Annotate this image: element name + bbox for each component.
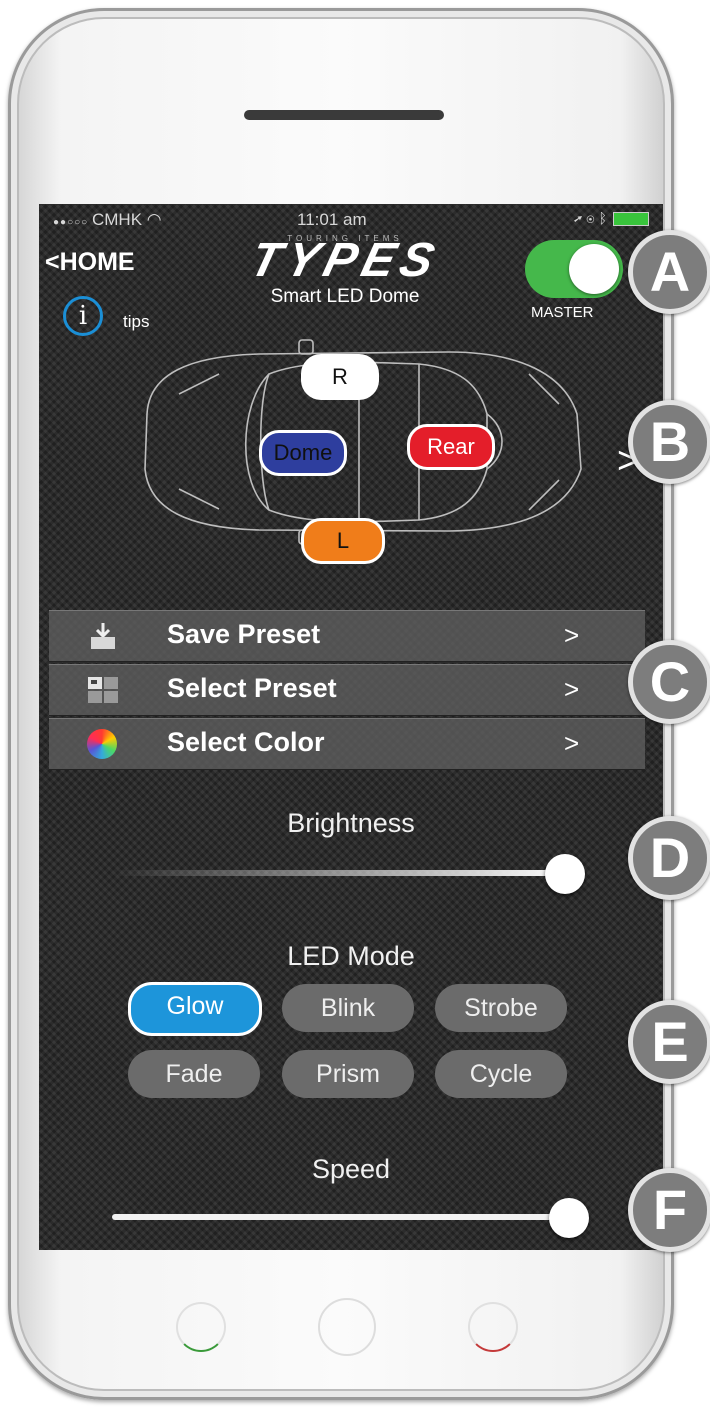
callout-e: E <box>628 1000 710 1084</box>
callout-c: C <box>628 640 710 724</box>
chevron-right-icon: > <box>564 728 580 758</box>
bluetooth-icon: ᛒ <box>598 210 607 226</box>
clock: 11:01 am <box>297 210 367 229</box>
callout-d: D <box>628 816 710 900</box>
save-preset-label: Save Preset <box>167 619 321 649</box>
zone-rear-button[interactable]: Rear <box>407 424 495 470</box>
mode-cycle-button[interactable]: Cycle <box>435 1050 567 1098</box>
chevron-right-icon: > <box>564 620 580 650</box>
brand-logo: TOURING ITEMS TYPES Smart LED Dome <box>215 234 475 308</box>
select-color-label: Select Color <box>167 727 325 757</box>
save-preset-row[interactable]: Save Preset > <box>49 610 645 662</box>
callout-b: B <box>628 400 710 484</box>
brightness-slider-track[interactable] <box>112 870 568 876</box>
speed-label: Speed <box>311 1154 391 1184</box>
brightness-label: Brightness <box>287 808 415 838</box>
zone-dome-button[interactable]: Dome <box>259 430 347 476</box>
battery-icon <box>613 212 649 227</box>
download-icon <box>91 623 115 649</box>
led-mode-label: LED Mode <box>287 941 415 971</box>
master-label: MASTER <box>531 304 594 321</box>
phone-frame: ●●○○○ CMHK ◠ 11:01 am ➚ ◉ ᛒ <HOME TOURIN… <box>8 8 674 1400</box>
mode-fade-button[interactable]: Fade <box>128 1050 260 1098</box>
speed-slider-thumb[interactable] <box>549 1198 589 1238</box>
speed-slider-track[interactable] <box>112 1214 568 1220</box>
alarm-icon: ◉ <box>586 210 595 226</box>
status-icons: ➚ ◉ ᛒ <box>574 210 649 227</box>
mode-blink-button[interactable]: Blink <box>282 984 414 1032</box>
mode-glow-button[interactable]: Glow <box>128 982 262 1036</box>
call-button <box>176 1302 226 1352</box>
mode-strobe-button[interactable]: Strobe <box>435 984 567 1032</box>
toggle-knob <box>569 244 619 294</box>
home-hardware-button <box>318 1298 376 1356</box>
status-bar: ●●○○○ CMHK ◠ 11:01 am ➚ ◉ ᛒ <box>39 204 663 234</box>
carrier: ●●○○○ CMHK ◠ <box>53 210 162 229</box>
signal-icon: ●●○○○ <box>53 217 92 228</box>
master-toggle[interactable] <box>525 240 623 298</box>
callout-f: F <box>628 1168 710 1252</box>
wifi-icon: ◠ <box>146 210 162 229</box>
select-color-row[interactable]: Select Color > <box>49 718 645 770</box>
zone-left-button[interactable]: L <box>301 518 385 564</box>
preset-grid-icon <box>88 677 118 703</box>
tips-label[interactable]: tips <box>123 312 149 332</box>
end-call-button <box>468 1302 518 1352</box>
zone-right-button[interactable]: R <box>301 354 379 400</box>
callout-a: A <box>628 230 710 314</box>
select-preset-row[interactable]: Select Preset > <box>49 664 645 716</box>
logo-wordmark: TYPES <box>244 234 446 287</box>
mode-prism-button[interactable]: Prism <box>282 1050 414 1098</box>
info-icon[interactable]: i <box>63 296 103 336</box>
chevron-right-icon: > <box>564 674 580 704</box>
app-screen: ●●○○○ CMHK ◠ 11:01 am ➚ ◉ ᛒ <HOME TOURIN… <box>39 204 663 1250</box>
select-preset-label: Select Preset <box>167 673 337 703</box>
brightness-slider-thumb[interactable] <box>545 854 585 894</box>
home-back-button[interactable]: <HOME <box>45 248 135 277</box>
location-icon: ➚ <box>574 210 583 226</box>
earpiece-speaker <box>244 110 444 120</box>
app-subtitle: Smart LED Dome <box>270 286 420 307</box>
color-wheel-icon <box>87 729 117 759</box>
